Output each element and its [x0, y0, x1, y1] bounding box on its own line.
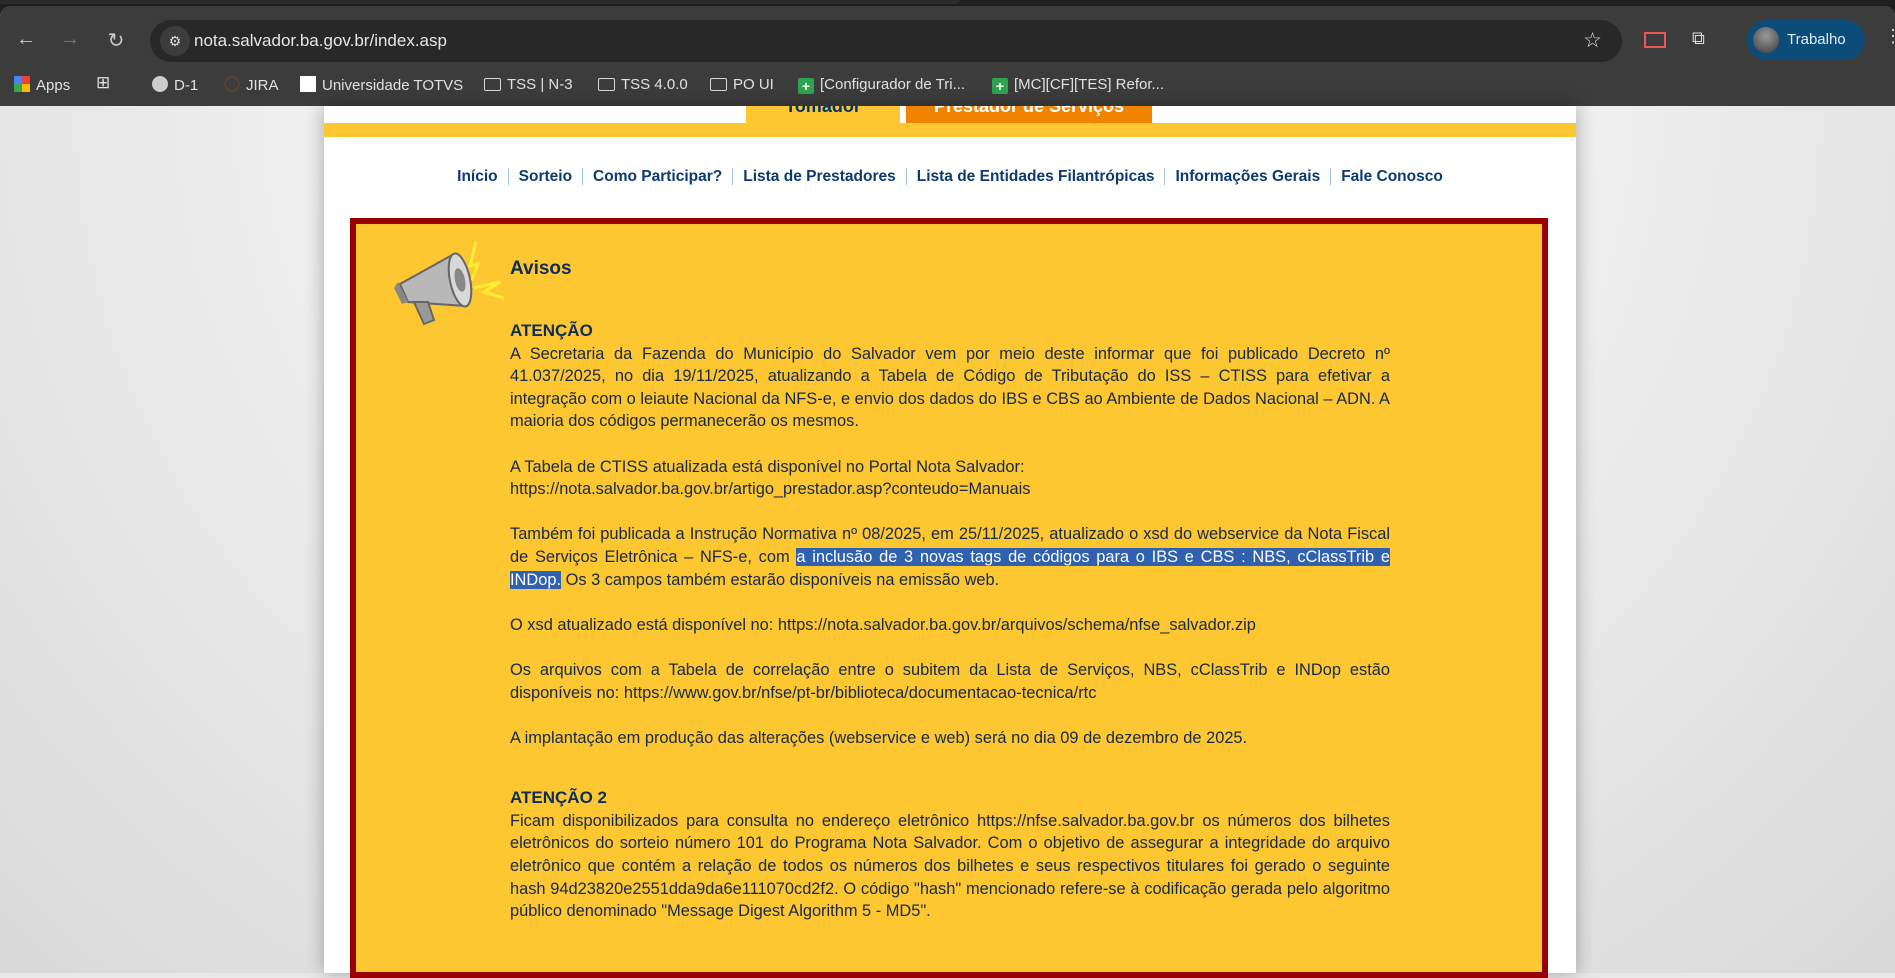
site-container: Tomador Prestador de Serviços Início Sort…	[324, 106, 1576, 978]
tab-tomador[interactable]: Tomador	[746, 106, 900, 123]
bookmark-universidade-totvs[interactable]: Universidade TOTVS	[300, 76, 463, 94]
folder-icon	[598, 78, 615, 91]
bookmark-tss-n3[interactable]: TSS | N-3	[484, 76, 573, 93]
nav-lista-entidades[interactable]: Lista de Entidades Filantrópicas	[905, 168, 1165, 185]
nav-fale-conosco[interactable]: Fale Conosco	[1330, 168, 1453, 185]
profile-label: Trabalho	[1787, 31, 1846, 48]
bookmark-jira[interactable]: JIRA	[224, 76, 279, 94]
bookmark-configurador[interactable]: + [Configurador de Tri...	[798, 76, 965, 94]
jira-icon	[224, 76, 240, 92]
notice-paragraph: O xsd atualizado está disponível no: htt…	[510, 615, 1256, 634]
url-text[interactable]: nota.salvador.ba.gov.br/index.asp	[194, 31, 447, 51]
notice-paragraph: A Secretaria da Fazenda do Município do …	[510, 344, 1390, 431]
nav-como-participar[interactable]: Como Participar?	[582, 168, 733, 185]
back-icon[interactable]: ←	[14, 28, 38, 51]
bookmark-star-icon[interactable]: ☆	[1583, 28, 1602, 53]
menu-icon[interactable]: ⋮	[1884, 26, 1895, 47]
attention-2-heading: ATENÇÃO 2	[510, 788, 607, 808]
folder-icon	[484, 78, 501, 91]
avisos-body: ATENÇÃO A Secretaria da Fazenda do Munic…	[510, 320, 1390, 945]
browser-toolbar: ← → ↻ ⚙ nota.salvador.ba.gov.br/index.as…	[0, 6, 1895, 106]
bookmark-d1[interactable]: D-1	[152, 76, 198, 94]
bookmark-tss-400[interactable]: TSS 4.0.0	[598, 76, 688, 93]
bookmark-po-ui[interactable]: PO UI	[710, 76, 774, 93]
attention-heading: ATENÇÃO	[510, 321, 593, 340]
reload-icon[interactable]: ↻	[104, 28, 128, 53]
bookmark-mc-cf-tes[interactable]: + [MC][CF][TES] Refor...	[992, 76, 1164, 94]
notice-paragraph: A implantação em produção das alterações…	[510, 728, 1248, 747]
nav-sorteio[interactable]: Sorteio	[507, 168, 583, 185]
forward-icon[interactable]: →	[58, 28, 82, 51]
nav-lista-prestadores[interactable]: Lista de Prestadores	[732, 168, 906, 185]
apps-grid-icon	[14, 76, 30, 92]
tab-groups-icon[interactable]: ⊞	[96, 73, 110, 93]
avisos-title: Avisos	[510, 258, 572, 279]
bookmarks-bar: Apps ⊞ D-1 JIRA Universidade TOTVS TSS |…	[0, 70, 1895, 100]
cast-icon[interactable]	[1644, 32, 1666, 48]
notice-paragraph: Os arquivos com a Tabela de correlação e…	[510, 660, 1390, 702]
notice-paragraph: Ficam disponibilizados para consulta no …	[510, 811, 1390, 921]
page-viewport: Tomador Prestador de Serviços Início Sort…	[0, 106, 1895, 978]
profile-button[interactable]: Trabalho	[1747, 20, 1865, 60]
nav-informacoes-gerais[interactable]: Informações Gerais	[1164, 168, 1331, 185]
site-info-icon[interactable]: ⚙	[160, 26, 190, 56]
megaphone-icon	[394, 241, 505, 326]
totvs-icon	[300, 76, 316, 92]
extensions-icon[interactable]: ⧉	[1692, 28, 1705, 49]
ctiss-link[interactable]: https://nota.salvador.ba.gov.br/artigo_p…	[510, 480, 1030, 498]
tab-prestador-de-servicos[interactable]: Prestador de Serviços	[906, 106, 1152, 123]
avatar	[1753, 27, 1779, 53]
address-bar[interactable]: ⚙ nota.salvador.ba.gov.br/index.asp ☆	[150, 20, 1622, 62]
sheets-icon: +	[798, 78, 814, 94]
main-nav: Início Sorteio Como Participar? Lista de Pr…	[324, 168, 1576, 186]
notice-paragraph: A Tabela de CTISS atualizada está dispon…	[510, 457, 1031, 499]
bookmark-apps[interactable]: Apps	[14, 76, 70, 94]
notice-paragraph: Também foi publicada a Instrução Normati…	[510, 525, 1390, 589]
globe-icon	[152, 76, 168, 92]
folder-icon	[710, 78, 727, 91]
sheets-icon: +	[992, 78, 1008, 94]
avisos-panel: Avisos ATENÇÃO A Secretaria da Fazenda d…	[350, 218, 1548, 978]
nav-inicio[interactable]: Início	[447, 168, 507, 185]
tab-underline-strip	[324, 123, 1576, 137]
